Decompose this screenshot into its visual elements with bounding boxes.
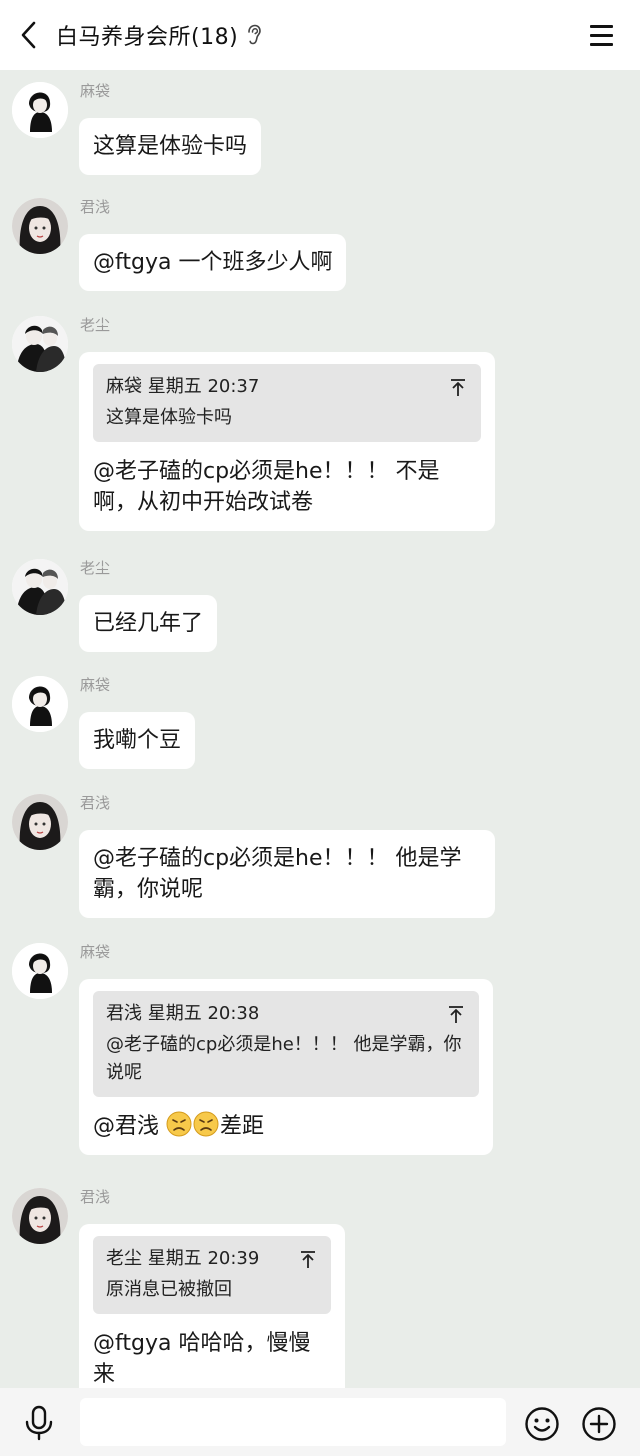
quote-text: 原消息已被撤回: [106, 1279, 232, 1300]
quote-header: 麻袋 星期五 20:37: [106, 376, 260, 397]
message-bubble[interactable]: @老子磕的cp必须是he！！！ 他是学霸，你说呢: [79, 830, 495, 918]
plus-circle-icon[interactable]: [581, 1406, 617, 1442]
avatar[interactable]: [12, 676, 68, 732]
arrow-to-top-icon[interactable]: [299, 1250, 317, 1270]
avatar[interactable]: [12, 316, 68, 372]
message-bubble[interactable]: 老尘 星期五 20:39 原消息已被撤回 @ftgya 哈哈哈，慢慢来: [79, 1224, 345, 1403]
microphone-icon[interactable]: [22, 1405, 56, 1441]
arrow-to-top-icon[interactable]: [449, 378, 467, 398]
frown-emoji: [193, 1111, 219, 1137]
sender-name: 麻袋: [80, 676, 111, 694]
quote-text: @老子磕的cp必须是he！！！ 他是学霸，你说呢: [106, 1034, 462, 1083]
message-bubble[interactable]: @ftgya 一个班多少人啊: [79, 234, 347, 291]
sender-name: 君浅: [80, 198, 111, 216]
ear-icon: [246, 24, 264, 46]
message-text: 我嘞个豆: [93, 728, 182, 753]
message-text: @君浅 差距: [93, 1111, 479, 1142]
quoted-message[interactable]: 麻袋 星期五 20:37 这算是体验卡吗: [93, 364, 481, 442]
chat-header: 白马养身会所(18): [0, 0, 640, 70]
message-text: 这算是体验卡吗: [93, 134, 248, 159]
message-bubble[interactable]: 麻袋 星期五 20:37 这算是体验卡吗 @老子磕的cp必须是he！！！ 不是啊…: [79, 352, 495, 531]
message-bubble[interactable]: 已经几年了: [79, 595, 218, 652]
quote-header: 老尘 星期五 20:39: [106, 1248, 260, 1269]
message-text: @老子磕的cp必须是he！！！ 他是学霸，你说呢: [93, 846, 462, 902]
avatar[interactable]: [12, 794, 68, 850]
frown-emoji: [166, 1111, 192, 1137]
message-text-prefix: @君浅: [93, 1114, 166, 1139]
message-text: @老子磕的cp必须是he！！！ 不是啊，从初中开始改试卷: [93, 459, 440, 515]
arrow-to-top-icon[interactable]: [447, 1005, 465, 1025]
sender-name: 君浅: [80, 1188, 111, 1206]
avatar[interactable]: [12, 1188, 68, 1244]
menu-button[interactable]: [588, 22, 618, 48]
message-text: @ftgya 哈哈哈，慢慢来: [93, 1331, 311, 1387]
chat-title: 白马养身会所(18): [56, 25, 239, 50]
smiley-icon[interactable]: [524, 1406, 560, 1442]
quoted-message[interactable]: 君浅 星期五 20:38 @老子磕的cp必须是he！！！ 他是学霸，你说呢: [93, 991, 479, 1097]
sender-name: 老尘: [80, 316, 111, 334]
quote-text: 这算是体验卡吗: [106, 407, 232, 428]
avatar[interactable]: [12, 943, 68, 999]
input-bar: [0, 1388, 640, 1456]
message-text: 已经几年了: [93, 611, 204, 636]
chevron-left-icon: [21, 21, 36, 49]
avatar[interactable]: [12, 198, 68, 254]
message-text: @ftgya 一个班多少人啊: [93, 250, 333, 275]
avatar[interactable]: [12, 82, 68, 138]
sender-name: 麻袋: [80, 82, 111, 100]
message-bubble[interactable]: 这算是体验卡吗: [79, 118, 262, 175]
avatar[interactable]: [12, 559, 68, 615]
message-bubble[interactable]: 我嘞个豆: [79, 712, 196, 769]
back-button[interactable]: [14, 19, 42, 51]
sender-name: 君浅: [80, 794, 111, 812]
sender-name: 麻袋: [80, 943, 111, 961]
quote-header: 君浅 星期五 20:38: [106, 1003, 260, 1024]
message-bubble[interactable]: 君浅 星期五 20:38 @老子磕的cp必须是he！！！ 他是学霸，你说呢 @君…: [79, 979, 493, 1155]
hamburger-icon: [590, 25, 613, 28]
message-text-suffix: 差距: [220, 1114, 265, 1139]
message-input[interactable]: [80, 1398, 506, 1446]
sender-name: 老尘: [80, 559, 111, 577]
quoted-message[interactable]: 老尘 星期五 20:39 原消息已被撤回: [93, 1236, 331, 1314]
